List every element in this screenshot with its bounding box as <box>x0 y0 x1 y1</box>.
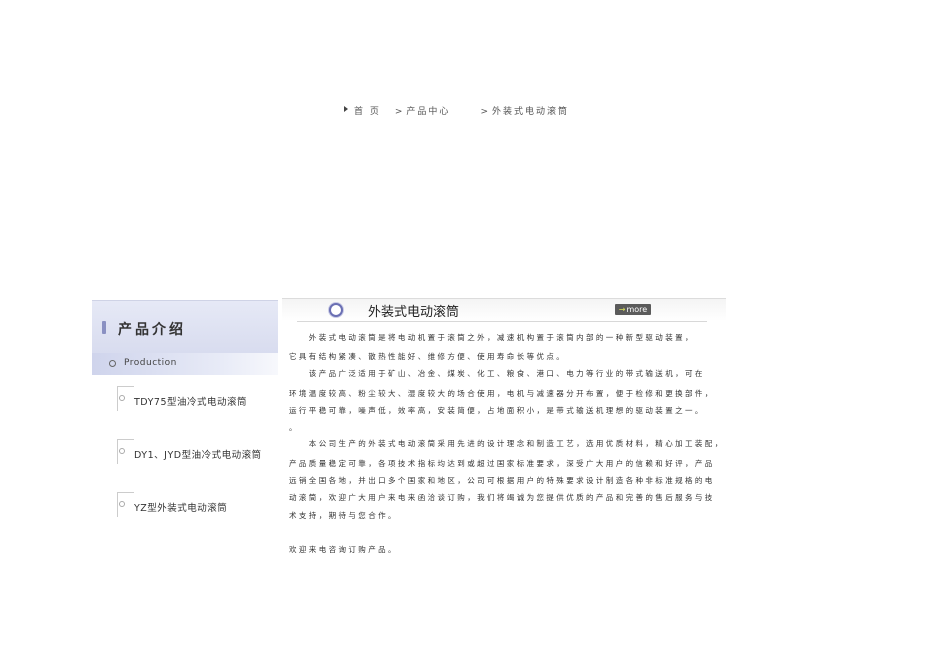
breadcrumb-separator: > <box>480 107 488 117</box>
breadcrumb-home[interactable]: 首 页 <box>354 107 381 117</box>
main-content: 外装式电动滚筒 →more 外装式电动滚筒是将电动机置于滚筒之外，减速机构置于滚… <box>282 298 726 554</box>
sidebar-item-yz[interactable]: YZ型外装式电动滚筒 <box>117 492 267 518</box>
paragraph-line: 。 <box>289 423 299 432</box>
sidebar-item-label[interactable]: YZ型外装式电动滚筒 <box>134 500 227 514</box>
more-button[interactable]: →more <box>615 304 651 315</box>
arrow-right-icon: → <box>618 305 626 314</box>
paragraph-line: 欢迎来电咨询订购产品。 <box>289 545 398 554</box>
breadcrumb-level1[interactable]: 产品中心 <box>406 107 450 117</box>
header-bar-icon <box>102 321 106 334</box>
ring-icon <box>109 360 116 367</box>
sidebar-header: 产品介绍 <box>92 300 278 353</box>
sidebar-item-label[interactable]: TDY75型油冷式电动滚筒 <box>134 394 247 408</box>
circle-bullet-icon <box>329 303 343 317</box>
breadcrumb: 首 页 > 产品中心 > 外装式电动滚筒 <box>344 104 569 117</box>
paragraph-line: 动滚筒，欢迎广大用户来电来函洽谈订购，我们将竭诚为您提供优质的产品和完善的售后服… <box>289 493 715 502</box>
breadcrumb-separator: > <box>394 107 403 117</box>
sidebar-subheader: Production <box>92 353 278 375</box>
breadcrumb-level2: 外装式电动滚筒 <box>491 107 569 117</box>
more-label: more <box>626 305 648 314</box>
sidebar-subtitle: Production <box>124 358 177 368</box>
paragraph-line: 环境温度较高、粉尘较大、湿度较大的场合使用，电机与减速器分开布置，便于检修和更换… <box>289 389 715 398</box>
sidebar-item-tdy75[interactable]: TDY75型油冷式电动滚筒 <box>117 386 267 412</box>
paragraph-line: 产品质量稳定可靠，各项技术指标均达到或超过国家标准要求，深受广大用户的信赖和好评… <box>289 459 715 468</box>
paragraph-line: 外装式电动滚筒是将电动机置于滚筒之外，减速机构置于滚筒内部的一种新型驱动装置， <box>289 333 695 342</box>
paragraph-line: 运行平稳可靠，噪声低，效率高，安装简便，占地面积小，是带式输送机理想的驱动装置之… <box>289 406 705 415</box>
circle-bullet-icon <box>119 395 125 401</box>
paragraph-line: 术支持，期待与您合作。 <box>289 511 398 520</box>
paragraph-line: 它具有结构紧凑、散热性能好、维修方便、使用寿命长等优点。 <box>289 352 567 361</box>
sidebar: 产品介绍 Production TDY75型油冷式电动滚筒 DY1、JYD型油冷… <box>92 300 278 570</box>
paragraph-line: 本公司生产的外装式电动滚筒采用先进的设计理念和制造工艺，选用优质材料，精心加工装… <box>289 439 725 448</box>
sidebar-item-dy1-jyd[interactable]: DY1、JYD型油冷式电动滚筒 <box>117 439 267 465</box>
sidebar-title: 产品介绍 <box>118 322 186 338</box>
circle-bullet-icon <box>119 501 125 507</box>
caret-right-icon <box>344 106 348 112</box>
divider <box>297 321 707 322</box>
content-header: 外装式电动滚筒 →more <box>282 298 726 321</box>
page-title: 外装式电动滚筒 <box>368 305 460 320</box>
paragraph-line: 远销全国各地，并出口多个国家和地区，公司可根据用户的特殊要求设计制造各种非标准规… <box>289 476 715 485</box>
circle-bullet-icon <box>119 448 125 454</box>
sidebar-item-label[interactable]: DY1、JYD型油冷式电动滚筒 <box>134 447 262 461</box>
paragraph-line: 该产品广泛适用于矿山、冶金、煤炭、化工、粮食、港口、电力等行业的带式输送机，可在 <box>289 369 705 378</box>
